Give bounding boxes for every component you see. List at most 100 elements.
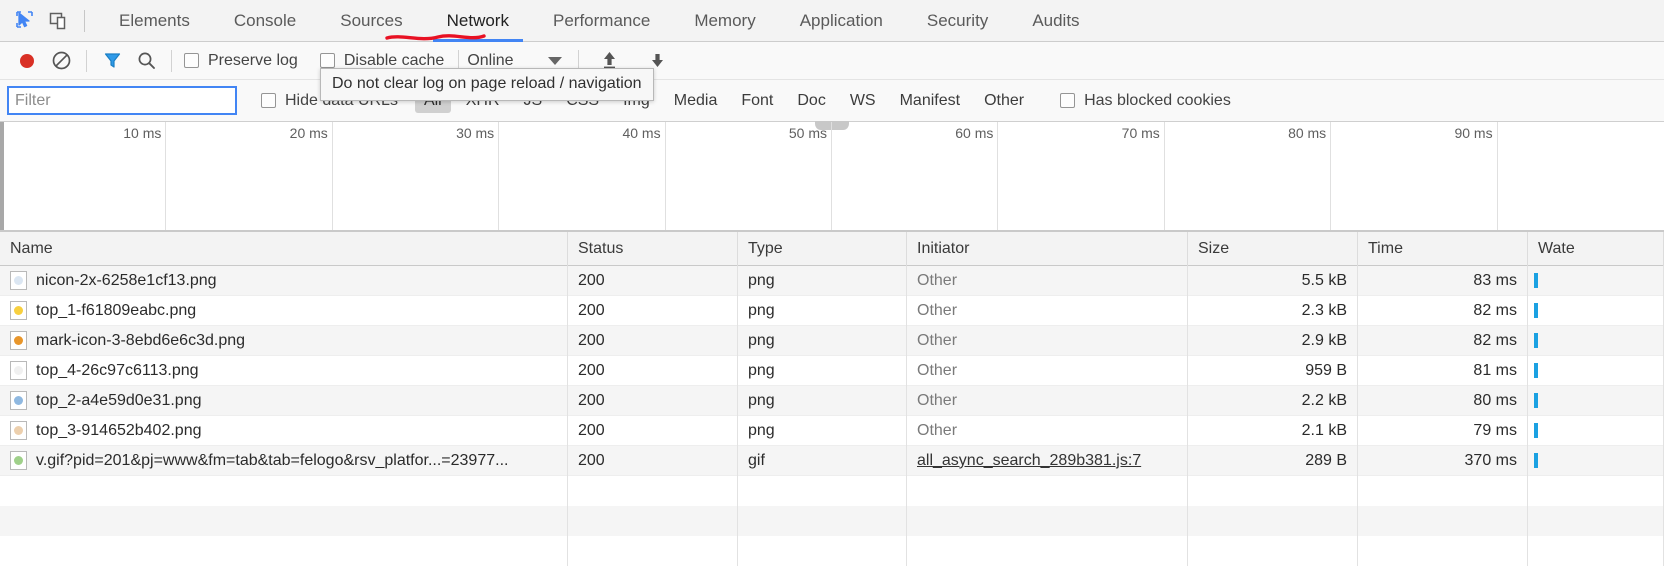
cell-empty <box>1528 536 1664 566</box>
column-header-name[interactable]: Name <box>0 231 568 266</box>
record-circle-icon[interactable] <box>10 46 44 76</box>
request-name: top_4-26c97c6113.png <box>36 361 199 379</box>
tab-network[interactable]: Network <box>425 0 531 42</box>
cell-status: 200 <box>568 385 738 416</box>
cell-time: 81 ms <box>1358 355 1528 386</box>
cell-size: 5.5 kB <box>1188 265 1358 296</box>
clear-prohibited-icon[interactable] <box>44 46 78 76</box>
toolbar-divider <box>171 49 172 72</box>
table-row[interactable]: top_2-a4e59d0e31.png 200 png Other 2.2 kB 80 … <box>0 385 1664 416</box>
filter-funnel-icon[interactable] <box>95 46 129 76</box>
network-throttling-dropdown[interactable]: Online <box>467 52 562 70</box>
cell-empty <box>1188 476 1358 506</box>
cell-empty <box>1358 506 1528 536</box>
overview-tick: 90 ms <box>0 122 1498 230</box>
tab-application[interactable]: Application <box>778 0 905 42</box>
request-name: v.gif?pid=201&pj=www&fm=tab&tab=felogo&r… <box>36 451 509 469</box>
cell-empty <box>907 476 1188 506</box>
table-row-empty <box>0 536 1664 566</box>
has-blocked-cookies-checkbox[interactable]: Has blocked cookies <box>1060 92 1231 110</box>
cell-size: 2.2 kB <box>1188 385 1358 416</box>
cell-name: top_4-26c97c6113.png <box>0 355 568 386</box>
type-filter-other[interactable]: Other <box>975 89 1033 113</box>
cell-waterfall <box>1528 445 1664 476</box>
network-overview-timeline[interactable]: 10 ms 20 ms 30 ms 40 ms 50 ms 60 ms 70 ms 80 ms… <box>0 121 1664 232</box>
table-row[interactable]: nicon-2x-6258e1cf13.png 200 png Other 5.5 kB… <box>0 265 1664 296</box>
column-header-type[interactable]: Type <box>738 231 907 266</box>
requests-table-body: nicon-2x-6258e1cf13.png 200 png Other 5.5 kB… <box>0 265 1664 476</box>
cell-initiator: Other <box>907 415 1188 446</box>
inspect-cursor-icon[interactable] <box>8 5 42 37</box>
request-name: top_3-914652b402.png <box>36 421 202 439</box>
cell-empty <box>568 536 738 566</box>
cell-name: top_3-914652b402.png <box>0 415 568 446</box>
disable-cache-checkbox[interactable]: Disable cache <box>319 52 444 70</box>
tab-audits[interactable]: Audits <box>1010 0 1101 42</box>
cell-size: 2.3 kB <box>1188 295 1358 326</box>
cell-size: 959 B <box>1188 355 1358 386</box>
type-filter-ws[interactable]: WS <box>841 89 885 113</box>
toolbar-divider <box>84 9 85 32</box>
cell-waterfall <box>1528 415 1664 446</box>
preserve-log-checkbox[interactable]: Preserve log <box>184 52 298 70</box>
column-header-initiator[interactable]: Initiator <box>907 231 1188 266</box>
type-filter-manifest[interactable]: Manifest <box>891 89 969 113</box>
cell-type: png <box>738 295 907 326</box>
has-blocked-cookies-label: Has blocked cookies <box>1084 91 1231 109</box>
cell-status: 200 <box>568 355 738 386</box>
column-header-wate[interactable]: Wate <box>1528 231 1664 266</box>
cell-size: 2.9 kB <box>1188 325 1358 356</box>
cell-name: v.gif?pid=201&pj=www&fm=tab&tab=felogo&r… <box>0 445 568 476</box>
filter-input[interactable] <box>7 86 237 115</box>
table-row[interactable]: top_4-26c97c6113.png 200 png Other 959 B 81 m… <box>0 355 1664 386</box>
cell-initiator: Other <box>907 385 1188 416</box>
waterfall-bar <box>1534 363 1538 378</box>
type-filter-doc[interactable]: Doc <box>788 89 834 113</box>
cell-empty <box>738 476 907 506</box>
cell-waterfall <box>1528 355 1664 386</box>
device-toolbar-icon[interactable] <box>42 5 76 37</box>
tab-performance[interactable]: Performance <box>531 0 672 42</box>
column-header-time[interactable]: Time <box>1358 231 1528 266</box>
devtools-tabstrip: Elements Console Sources Network Performance… <box>0 0 1664 42</box>
table-row[interactable]: top_1-f61809eabc.png 200 png Other 2.3 kB 82 … <box>0 295 1664 326</box>
cell-type: png <box>738 325 907 356</box>
waterfall-bar <box>1534 393 1538 408</box>
table-row[interactable]: top_3-914652b402.png 200 png Other 2.1 kB 79 … <box>0 415 1664 446</box>
resource-thumbnail-icon <box>10 331 27 350</box>
request-name: mark-icon-3-8ebd6e6c3d.png <box>36 331 246 349</box>
tab-memory[interactable]: Memory <box>672 0 777 42</box>
column-header-status[interactable]: Status <box>568 231 738 266</box>
tab-elements[interactable]: Elements <box>97 0 212 42</box>
cell-status: 200 <box>568 325 738 356</box>
cell-size: 289 B <box>1188 445 1358 476</box>
waterfall-bar <box>1534 273 1538 288</box>
type-filter-media[interactable]: Media <box>665 89 727 113</box>
resource-thumbnail-icon <box>10 421 27 440</box>
cell-initiator: Other <box>907 355 1188 386</box>
cell-empty <box>568 506 738 536</box>
cell-time: 82 ms <box>1358 325 1528 356</box>
cell-empty <box>1188 506 1358 536</box>
table-row[interactable]: mark-icon-3-8ebd6e6c3d.png 200 png Other 2.9… <box>0 325 1664 356</box>
cell-empty <box>1188 536 1358 566</box>
tab-sources[interactable]: Sources <box>318 0 424 42</box>
preserve-log-checkbox-box <box>184 53 199 68</box>
cell-empty <box>738 536 907 566</box>
has-blocked-cookies-checkbox-box <box>1060 93 1076 108</box>
cell-time: 82 ms <box>1358 295 1528 326</box>
column-header-size[interactable]: Size <box>1188 231 1358 266</box>
devtools-window: Elements Console Sources Network Performance… <box>0 0 1664 566</box>
search-magnifier-icon[interactable] <box>129 46 163 76</box>
cell-initiator[interactable]: all_async_search_289b381.js:7 <box>907 445 1188 476</box>
overview-tick-container: 10 ms 20 ms 30 ms 40 ms 50 ms 60 ms 70 ms 80 ms… <box>0 122 1664 230</box>
cell-empty <box>1358 536 1528 566</box>
type-filter-font[interactable]: Font <box>732 89 782 113</box>
table-row[interactable]: v.gif?pid=201&pj=www&fm=tab&tab=felogo&r… <box>0 445 1664 476</box>
cell-type: png <box>738 355 907 386</box>
cell-name: top_2-a4e59d0e31.png <box>0 385 568 416</box>
tab-console[interactable]: Console <box>212 0 318 42</box>
cell-name: mark-icon-3-8ebd6e6c3d.png <box>0 325 568 356</box>
tab-security[interactable]: Security <box>905 0 1010 42</box>
initiator-link[interactable]: all_async_search_289b381.js:7 <box>917 452 1141 470</box>
